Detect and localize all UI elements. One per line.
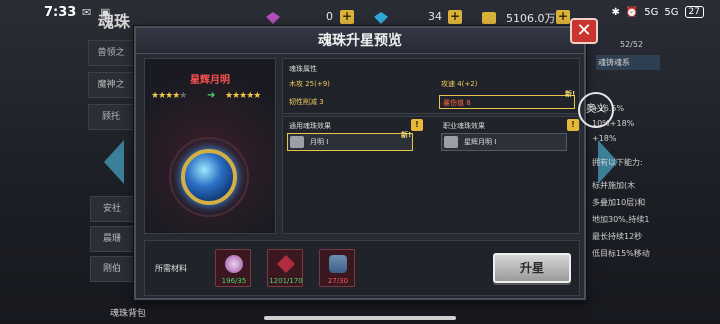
attr-right-1: 攻速 4(+2) — [441, 80, 478, 88]
network-a: 5G — [644, 6, 659, 18]
bg-tab-6[interactable]: 刚伯 — [90, 256, 134, 282]
materials-panel: 所需材料 196/35 1201/170 27/30 升星 — [144, 240, 580, 296]
screen: 7:33 ✉ ▣ ✱ ⏰ 5G 5G 27 魂珠 0 + 34 + 5106.0… — [0, 0, 720, 324]
material-slot-2[interactable]: 1201/170 — [267, 249, 303, 287]
stars-before: ★★★★★ — [151, 91, 187, 101]
notification-icon: ✉ — [82, 6, 92, 19]
stars-after: ★★★★★ — [225, 91, 261, 101]
attr-new-tag: 新! — [565, 90, 576, 98]
jewel-preview-panel: 星辉月明 ★★★★★ ➜ ★★★★★ — [144, 58, 276, 234]
red-gem-icon — [277, 255, 295, 273]
soul-jewel-orb-icon — [181, 149, 237, 205]
general-new-tag: 新! — [401, 131, 412, 139]
upgrade-preview-modal: 魂珠升星预览 星辉月明 ★★★★★ ➜ ★★★★★ 魂珠属性 木攻 25(+9)… — [134, 26, 586, 300]
general-effect-thumb — [290, 136, 304, 148]
attr-right-2: 暴伤值 8 — [443, 99, 471, 107]
modal-title: 魂珠升星预览 — [136, 28, 584, 54]
home-indicator[interactable] — [264, 316, 456, 320]
bg-tab-4[interactable]: 安社 — [90, 196, 134, 222]
battery-indicator: 27 — [684, 6, 704, 18]
bluetooth-icon: ✱ — [611, 6, 620, 18]
material-slot-1[interactable]: 196/35 — [215, 249, 251, 287]
materials-label: 所需材料 — [155, 264, 187, 273]
bg-right-desc-3: 多叠加10层)和 — [592, 198, 646, 207]
bg-tab-2[interactable]: 魔神之 — [88, 72, 134, 98]
material-count-1: 196/35 — [221, 277, 247, 285]
material-count-3: 27/30 — [327, 277, 349, 285]
image-icon: ▣ — [100, 6, 111, 19]
green-arrow-icon: ➜ — [207, 90, 216, 101]
bg-right-tab[interactable]: 魂铸魂系 — [596, 55, 660, 70]
jewel-name: 星辉月明 — [190, 75, 230, 86]
bg-right-count: 52/52 — [620, 40, 644, 49]
material-count-2: 1201/170 — [269, 277, 303, 285]
general-effect-text: 月明 I — [310, 138, 329, 146]
status-bar: 7:33 ✉ ▣ ✱ ⏰ 5G 5G 27 — [0, 0, 720, 28]
status-time: 7:33 — [44, 5, 77, 20]
bg-right-stat-3: +18% — [592, 134, 617, 143]
attributes-section-label: 魂珠属性 — [289, 65, 317, 73]
skill-circle-button[interactable]: 奥义 — [578, 92, 614, 128]
class-info-icon[interactable]: ! — [567, 119, 579, 131]
prev-arrow-icon[interactable] — [104, 140, 124, 184]
effects-panel: 通用魂珠效果 ! 月明 I 新! 职业魂珠效果 ! 星辉月明 I — [282, 116, 580, 234]
alarm-icon: ⏰ — [625, 6, 639, 18]
bag-label[interactable]: 魂珠背包 — [110, 306, 146, 319]
bg-tab-3[interactable]: 顾托 — [88, 104, 134, 130]
bg-tab-1[interactable]: 兽领之 — [88, 40, 134, 66]
bg-right-desc-6: 低目标15%移动 — [592, 249, 650, 258]
attr-left-2: 韧性削减 3 — [289, 98, 324, 106]
general-effect-row[interactable]: 月明 I — [287, 133, 413, 151]
bg-right-desc-1: 拥有以下能力: — [592, 158, 643, 167]
material-slot-3[interactable]: 27/30 — [319, 249, 355, 287]
class-effect-thumb — [444, 136, 458, 148]
bg-right-desc-2: 标并施加(木 — [592, 181, 636, 190]
attributes-panel: 魂珠属性 木攻 25(+9) 韧性削减 3 攻速 4(+2) 暴伤值 8 新! — [282, 58, 580, 114]
upgrade-star-button[interactable]: 升星 — [493, 253, 571, 283]
general-info-icon[interactable]: ! — [411, 119, 423, 131]
background-left-tabs: 兽领之 魔神之 顾托 — [88, 40, 134, 136]
class-effect-text: 星辉月明 I — [464, 138, 497, 146]
network-b: 5G — [664, 6, 679, 18]
crystal-orb-icon — [225, 255, 243, 273]
class-effect-label: 职业魂珠效果 — [443, 122, 485, 130]
attr-left-1: 木攻 25(+9) — [289, 80, 330, 88]
general-effect-label: 通用魂珠效果 — [289, 122, 331, 130]
bg-right-desc-5: 最长持续12秒 — [592, 232, 643, 241]
class-effect-row[interactable]: 星辉月明 I — [441, 133, 567, 151]
bg-tab-5[interactable]: 晨珊 — [90, 226, 134, 252]
background-right-panel: 52/52 魂铸魂系 +16.5% 10%+18% +18% 拥有以下能力: 标… — [592, 40, 660, 265]
potion-jar-icon — [329, 255, 347, 273]
bg-right-desc-4: 地加30%,持续1 — [592, 215, 650, 224]
status-indicators: ✱ ⏰ 5G 5G 27 — [611, 6, 704, 18]
